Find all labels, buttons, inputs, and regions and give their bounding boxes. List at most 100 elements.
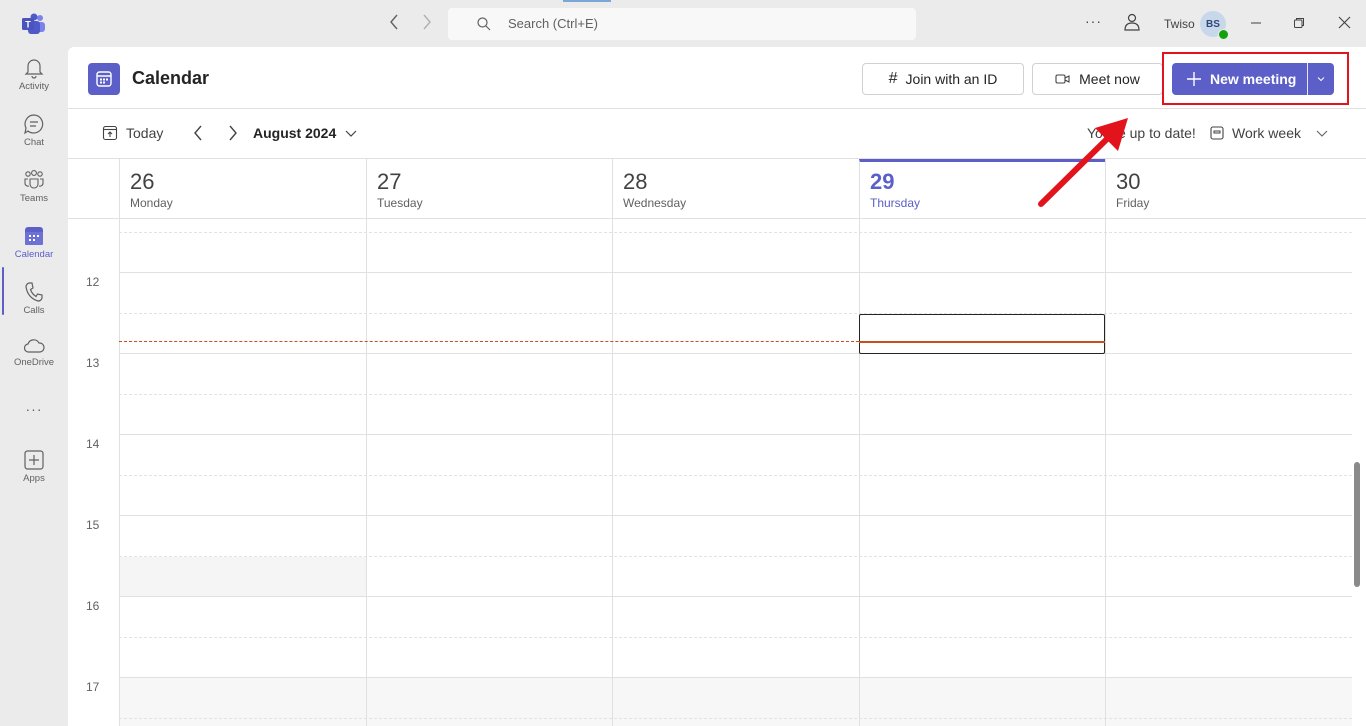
day-name: Friday [1116, 196, 1150, 210]
day-name: Monday [130, 196, 173, 210]
rail-label: Calls [23, 305, 45, 316]
day-header-row: 26 Monday 27 Tuesday 28 Wednesday 29 Thu… [68, 159, 1366, 219]
time-grid[interactable]: 12 13 14 15 16 17 [68, 219, 1366, 726]
day-number: 27 [377, 169, 402, 194]
column-divider [119, 219, 120, 726]
column-divider [859, 219, 860, 726]
restore-icon[interactable] [1293, 16, 1305, 34]
hour-line [119, 434, 1352, 435]
more-apps-icon[interactable]: ··· [0, 401, 68, 417]
day-header-wednesday[interactable]: 28 Wednesday [612, 159, 859, 219]
sync-status: You're up to date! [1087, 125, 1196, 141]
hour-label: 17 [86, 680, 100, 694]
next-week-icon[interactable] [227, 124, 239, 147]
meet-now-button[interactable]: Meet now [1032, 63, 1163, 95]
current-time-indicator [859, 341, 1105, 343]
day-number: 28 [623, 169, 648, 194]
more-options-icon[interactable]: ··· [1085, 13, 1102, 29]
rail-label: Activity [18, 81, 50, 92]
hour-label: 16 [86, 599, 100, 613]
svg-text:T: T [25, 20, 31, 30]
day-name: Tuesday [377, 196, 423, 210]
view-switcher[interactable]: Work week [1210, 125, 1329, 141]
selected-time-slot[interactable] [859, 314, 1105, 354]
phone-icon [25, 282, 43, 302]
calendar-header: Calendar # Join with an ID Meet now New … [68, 47, 1366, 109]
half-hour-line [119, 637, 1352, 638]
back-arrow-icon[interactable] [388, 13, 400, 36]
hour-line [119, 677, 1352, 678]
hour-line [119, 596, 1352, 597]
hour-line [119, 353, 1352, 354]
rail-label: Apps [23, 473, 45, 484]
view-label: Work week [1232, 125, 1301, 141]
half-hour-line [119, 394, 1352, 395]
half-hour-line [119, 313, 1352, 314]
calendar-main: Calendar # Join with an ID Meet now New … [68, 47, 1366, 726]
day-number: 30 [1116, 169, 1141, 194]
page-title: Calendar [132, 68, 210, 88]
rail-label: Calendar [14, 249, 54, 260]
rail-item-apps[interactable]: Apps [0, 449, 68, 501]
org-name[interactable]: Twiso [1164, 17, 1195, 31]
month-label: August 2024 [253, 125, 337, 141]
rail-label: Teams [20, 193, 48, 204]
day-name: Wednesday [623, 196, 687, 210]
teams-icon [24, 170, 44, 189]
hour-line [119, 272, 1352, 273]
rail-item-teams[interactable]: Teams [0, 169, 68, 221]
avatar[interactable]: BS [1200, 11, 1229, 40]
rail-item-calls[interactable]: Calls [0, 281, 68, 333]
rail-item-chat[interactable]: Chat [0, 113, 68, 165]
busy-block-shade [119, 557, 366, 596]
vertical-scrollbar[interactable] [1354, 462, 1360, 587]
hour-label: 12 [86, 275, 100, 289]
previous-week-icon[interactable] [192, 124, 204, 147]
teams-logo-icon: T [22, 13, 45, 34]
title-bar: T Search (Ctrl+E) ··· Twiso BS [0, 0, 1366, 47]
app-rail: Activity Chat Teams Calendar Calls OneDr… [0, 47, 68, 726]
forward-arrow-icon[interactable] [421, 13, 433, 36]
half-hour-line [119, 475, 1352, 476]
rail-item-activity[interactable]: Activity [0, 57, 68, 109]
minimize-icon[interactable] [1250, 16, 1262, 34]
calendar-toolbar: Today August 2024 You're up to date! Wor… [68, 109, 1366, 159]
day-header-tuesday[interactable]: 27 Tuesday [366, 159, 612, 219]
chevron-down-icon [1316, 130, 1328, 137]
bell-icon [24, 59, 44, 79]
day-header-monday[interactable]: 26 Monday [119, 159, 366, 219]
current-time-indicator-dashed [119, 341, 859, 342]
rail-item-calendar[interactable]: Calendar [0, 225, 68, 277]
close-icon[interactable] [1338, 16, 1351, 34]
annotation-highlight-box [1162, 52, 1349, 105]
work-week-icon [1210, 126, 1224, 140]
video-camera-icon [1055, 74, 1070, 84]
month-picker[interactable]: August 2024 [253, 125, 358, 141]
rail-item-onedrive[interactable]: OneDrive [0, 337, 68, 389]
column-divider [612, 219, 613, 726]
meet-now-label: Meet now [1079, 71, 1140, 87]
org-switch-icon[interactable] [1123, 13, 1141, 38]
rail-label: OneDrive [13, 357, 55, 368]
rail-label: Chat [23, 137, 45, 148]
join-with-id-label: Join with an ID [905, 71, 998, 87]
hash-icon: # [888, 70, 898, 87]
day-header-thursday-today[interactable]: 29 Thursday [859, 159, 1105, 219]
calendar-app-icon [88, 63, 120, 95]
chevron-down-icon [345, 130, 357, 137]
today-button[interactable]: Today [102, 125, 163, 141]
search-input[interactable]: Search (Ctrl+E) [448, 8, 916, 40]
hour-label: 13 [86, 356, 100, 370]
hour-line [119, 515, 1352, 516]
today-label: Today [126, 125, 164, 141]
calendar-icon [25, 227, 43, 245]
half-hour-line [119, 556, 1352, 557]
search-icon [476, 16, 492, 37]
half-hour-line [119, 232, 1352, 233]
day-header-friday[interactable]: 30 Friday [1105, 159, 1366, 219]
search-tab-indicator [563, 0, 611, 2]
join-with-id-button[interactable]: # Join with an ID [862, 63, 1024, 95]
column-divider [1105, 219, 1106, 726]
half-hour-line [119, 718, 1352, 719]
calendar-today-icon [102, 125, 118, 141]
